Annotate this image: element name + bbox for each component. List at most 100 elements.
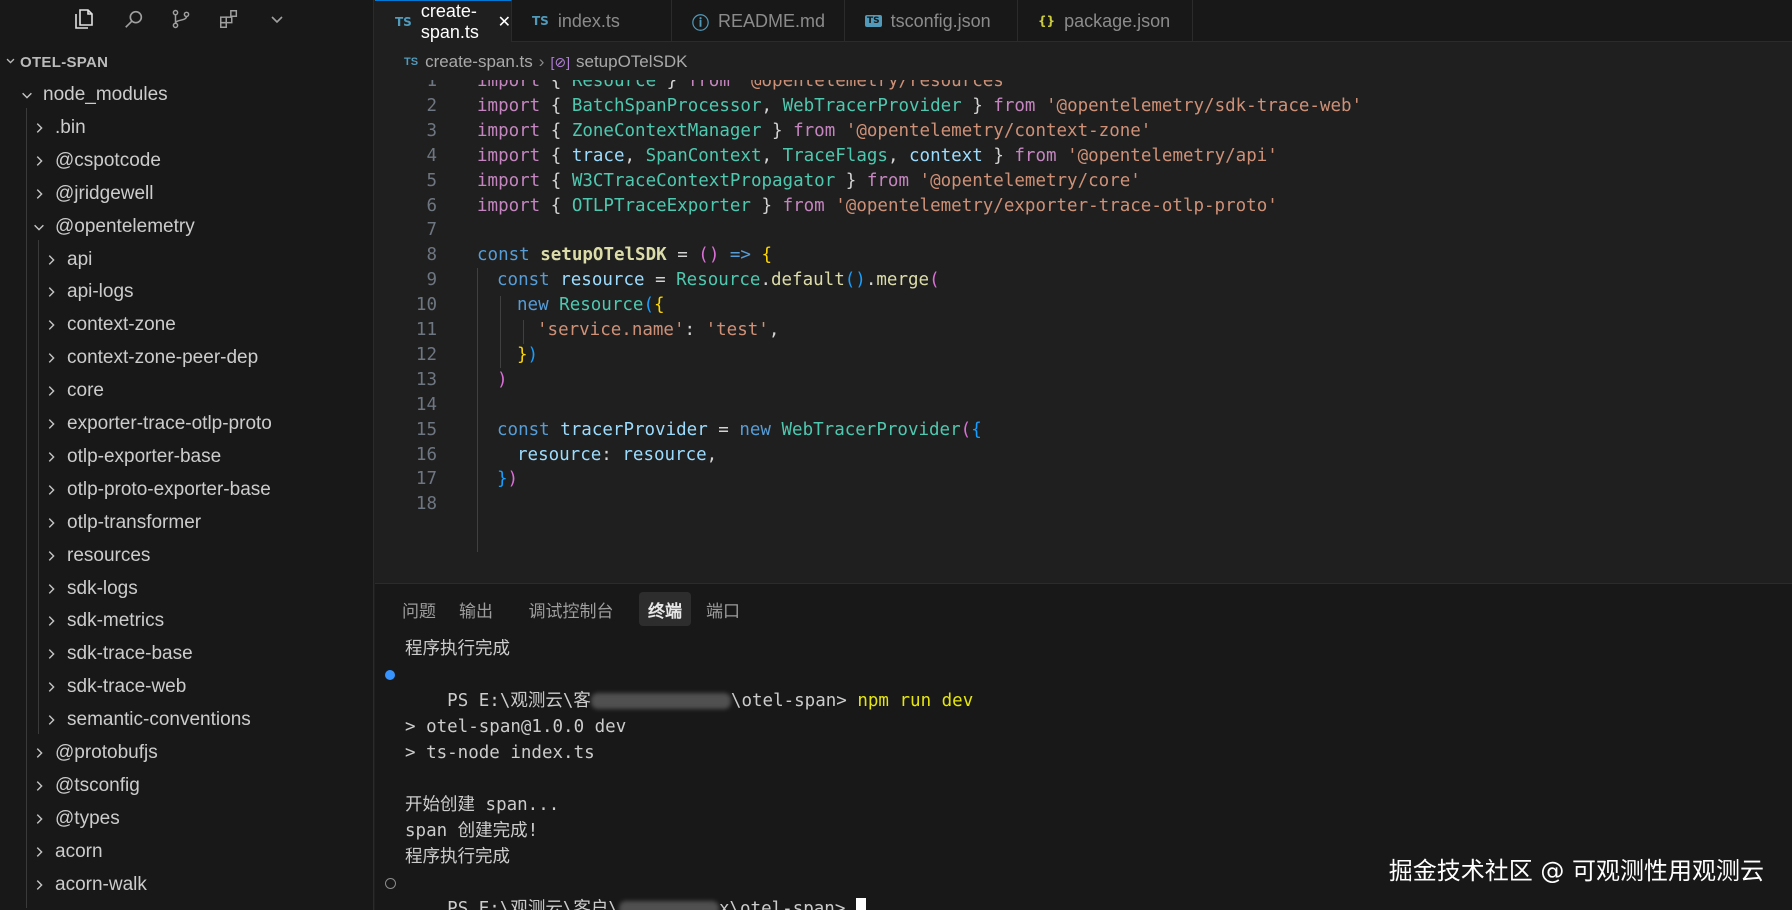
- tab-index-ts[interactable]: TS index.ts: [512, 0, 672, 42]
- code-token: from: [687, 80, 730, 91]
- code-token: import: [477, 170, 541, 191]
- tree-item-label: acorn-walk: [55, 873, 147, 895]
- chevron-right-icon: [44, 549, 58, 563]
- code-token: TraceFlags: [782, 145, 888, 166]
- tree-item[interactable]: sdk-logs: [0, 574, 373, 604]
- tree-indent-guide: [38, 240, 39, 734]
- code-line[interactable]: 6 import { OTLPTraceExporter } from '@ope…: [375, 192, 1792, 220]
- terminal-prompt-suffix: x\otel-span>: [718, 899, 856, 910]
- tree-item-label: api: [67, 248, 93, 270]
- close-icon[interactable]: ✕: [498, 12, 511, 32]
- tree-item[interactable]: acorn-walk: [0, 870, 373, 900]
- code-token: .: [865, 270, 877, 291]
- tab-label: create-span.ts: [420, 0, 479, 42]
- code-line[interactable]: 9 const resource = Resource.default().mer…: [375, 266, 1792, 294]
- tree-item-label: semantic-conventions: [67, 709, 251, 731]
- tree-item[interactable]: otlp-transformer: [0, 508, 373, 538]
- tree-item[interactable]: context-zone: [0, 310, 373, 340]
- line-number: 5: [426, 170, 437, 191]
- line-number: 11: [415, 320, 437, 340]
- panel-tab-4[interactable]: 端口: [699, 592, 747, 626]
- tree-item[interactable]: @types: [0, 804, 373, 834]
- panel-tab-1[interactable]: 输出: [451, 592, 501, 626]
- code-text: const setupOTelSDK = () => {: [477, 241, 772, 269]
- code-line[interactable]: 12}): [375, 341, 1792, 369]
- code-token: :: [601, 444, 623, 465]
- code-line[interactable]: 18: [375, 490, 1792, 518]
- line-number: 7: [426, 220, 437, 241]
- tree-item[interactable]: otlp-exporter-base: [0, 442, 373, 472]
- tab-package-json[interactable]: {} package.json: [1018, 0, 1193, 42]
- tree-item[interactable]: context-zone-peer-dep: [0, 343, 373, 373]
- tree-item[interactable]: sdk-metrics: [0, 606, 373, 636]
- line-number: 16: [415, 444, 437, 465]
- code-text: const tracerProvider = new WebTracerProv…: [497, 416, 982, 444]
- code-line[interactable]: 8 const setupOTelSDK = () => {: [375, 241, 1792, 269]
- tree-item-label: @jridgewell: [55, 182, 154, 204]
- tab-tsconfig-json[interactable]: TS tsconfig.json: [845, 0, 1018, 42]
- code-token: }: [750, 195, 783, 216]
- code-line[interactable]: 11 'service.name': 'test',: [375, 316, 1792, 344]
- panel-tab-0[interactable]: 问题: [395, 592, 443, 626]
- code-text: import { OTLPTraceExporter } from '@open…: [477, 192, 1278, 220]
- code-line[interactable]: 10 new Resource({: [375, 291, 1792, 319]
- more-views-chevron-icon[interactable]: [263, 5, 291, 33]
- explorer-section-header[interactable]: OTEL-SPAN: [0, 50, 373, 74]
- tree-item[interactable]: @opentelemetry: [0, 212, 373, 242]
- tree-item[interactable]: @protobufjs: [0, 738, 373, 768]
- code-token: ,: [761, 95, 783, 116]
- code-line[interactable]: 13): [375, 366, 1792, 394]
- breadcrumb-file[interactable]: create-span.ts: [425, 52, 533, 72]
- breadcrumb-symbol[interactable]: setupOTelSDK: [576, 52, 688, 72]
- tab-create-span-ts[interactable]: TS create-span.ts ✕: [375, 0, 512, 42]
- tree-item-label: @tsconfig: [55, 774, 140, 796]
- chevron-right-icon: [32, 154, 46, 168]
- code-line[interactable]: 5 import { W3CTraceContextPropagator } fr…: [375, 167, 1792, 195]
- terminal-prompt-line[interactable]: PS E:\观测云\客户\ x\otel-span>: [405, 870, 866, 910]
- command-pending-dot-icon[interactable]: [385, 878, 396, 889]
- code-editor[interactable]: 1 import { Resource } from '@opentelemetr…: [375, 80, 1792, 582]
- tree-item[interactable]: resources: [0, 541, 373, 571]
- code-token: Resource: [559, 295, 644, 316]
- tree-item[interactable]: sdk-trace-web: [0, 672, 373, 702]
- extensions-icon[interactable]: [215, 5, 243, 33]
- tree-item[interactable]: @jridgewell: [0, 179, 373, 209]
- panel-tab-2[interactable]: 调试控制台: [509, 592, 633, 626]
- panel-tab-3[interactable]: 终端: [639, 592, 691, 626]
- files-icon[interactable]: [70, 5, 98, 33]
- code-token: resource: [517, 444, 602, 465]
- code-line[interactable]: 2 import { BatchSpanProcessor, WebTracerP…: [375, 92, 1792, 120]
- tree-item[interactable]: @tsconfig: [0, 771, 373, 801]
- chevron-down-icon: [0, 55, 20, 69]
- source-control-icon[interactable]: [167, 5, 195, 33]
- code-line[interactable]: 7: [375, 216, 1792, 244]
- tree-item[interactable]: node_modules: [0, 80, 373, 110]
- line-number: 3: [426, 120, 437, 141]
- tree-item[interactable]: .bin: [0, 113, 373, 143]
- tree-item[interactable]: exporter-trace-otlp-proto: [0, 409, 373, 439]
- tree-item[interactable]: api: [0, 245, 373, 275]
- tree-item[interactable]: core: [0, 376, 373, 406]
- code-line[interactable]: 15 const tracerProvider = new WebTracerPr…: [375, 416, 1792, 444]
- code-line[interactable]: 3 import { ZoneContextManager } from '@op…: [375, 117, 1792, 145]
- code-line[interactable]: 4 import { trace, SpanContext, TraceFlags…: [375, 142, 1792, 170]
- tree-item[interactable]: semantic-conventions: [0, 705, 373, 735]
- tree-item[interactable]: api-logs: [0, 277, 373, 307]
- code-line[interactable]: 17}): [375, 465, 1792, 493]
- code-token: 'test': [705, 320, 769, 340]
- chevron-right-icon: [32, 845, 46, 859]
- command-success-dot-icon[interactable]: [385, 670, 395, 680]
- tree-item[interactable]: acorn: [0, 837, 373, 867]
- code-line[interactable]: 16 resource: resource,: [375, 441, 1792, 469]
- code-line[interactable]: 14: [375, 391, 1792, 419]
- search-icon[interactable]: [120, 5, 148, 33]
- tree-item-label: sdk-logs: [67, 577, 138, 599]
- tab-README-md[interactable]: ⓘ README.md: [672, 0, 845, 42]
- tree-item[interactable]: sdk-trace-base: [0, 639, 373, 669]
- tree-item[interactable]: otlp-proto-exporter-base: [0, 475, 373, 505]
- typescript-file-icon: TS: [532, 14, 549, 28]
- code-token: {: [971, 419, 982, 440]
- code-token: {: [540, 195, 572, 216]
- tree-item[interactable]: @cspotcode: [0, 146, 373, 176]
